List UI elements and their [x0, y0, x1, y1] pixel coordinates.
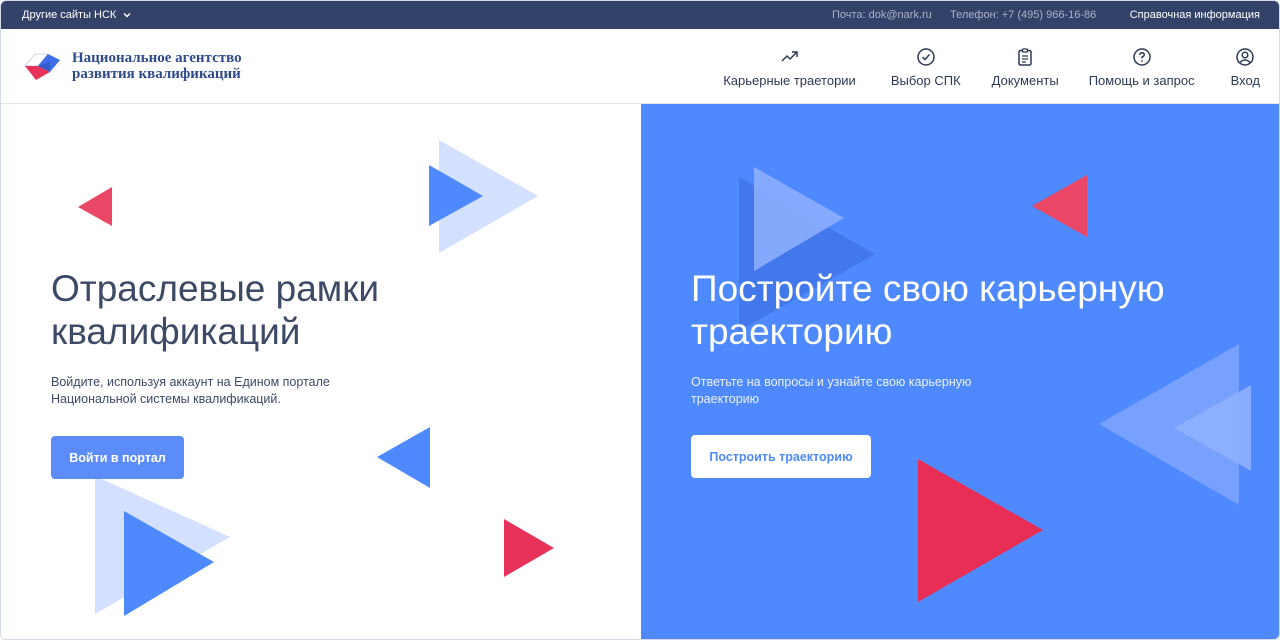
logo-icon — [23, 53, 60, 80]
decor-triangle — [377, 427, 430, 488]
user-circle-icon — [1236, 48, 1255, 66]
decor-triangle — [1032, 175, 1087, 237]
logo[interactable]: Национальное агентство развития квалифик… — [22, 48, 242, 84]
main-nav: Карьерные траетории Выбор СПК Документы … — [723, 47, 1260, 88]
clipboard-icon — [1018, 48, 1032, 66]
main-header: Национальное агентство развития квалифик… — [1, 29, 1279, 104]
trending-up-icon — [780, 51, 798, 62]
nav-label: Вход — [1230, 73, 1260, 88]
nav-spk-choice[interactable]: Выбор СПК — [891, 47, 961, 88]
other-sites-label: Другие сайты НСК — [22, 9, 117, 21]
left-panel: Отраслевые рамки квалификаций Войдите, и… — [1, 104, 641, 639]
right-description: Ответьте на вопросы и узнайте свою карье… — [691, 375, 972, 406]
chevron-down-icon — [123, 12, 131, 18]
contact-mail[interactable]: Почта: dok@nark.ru — [832, 9, 932, 21]
check-circle-icon — [917, 48, 935, 66]
decor-triangle — [918, 459, 1043, 602]
logo-line-1: Национальное агентство — [72, 50, 242, 66]
help-circle-icon — [1132, 48, 1151, 66]
page-frame: Другие сайты НСК Почта: dok@nark.ru Теле… — [0, 0, 1280, 640]
portal-login-button[interactable]: Войти в портал — [51, 436, 184, 479]
decor-triangle — [504, 519, 554, 577]
right-panel: Постройте свою карьерную траекторию Отве… — [641, 104, 1279, 639]
logo-line-2: развития квалификаций — [72, 66, 241, 82]
left-title: Отраслевые рамки квалификаций — [51, 268, 380, 352]
decor-triangle — [78, 187, 112, 226]
right-title: Постройте свою карьерную траекторию — [691, 268, 1165, 352]
nav-login[interactable]: Вход — [1231, 47, 1260, 88]
other-sites-dropdown[interactable]: Другие сайты НСК — [22, 9, 132, 21]
nav-help-request[interactable]: Помощь и запрос — [1089, 47, 1195, 88]
nav-career-trajectories[interactable]: Карьерные траетории — [723, 47, 856, 88]
nav-label: Помощь и запрос — [1088, 73, 1195, 88]
top-bar: Другие сайты НСК Почта: dok@nark.ru Теле… — [1, 1, 1279, 29]
right-decoration — [739, 167, 1251, 602]
nav-label: Документы — [991, 73, 1059, 88]
nav-label: Выбор СПК — [890, 73, 961, 88]
left-decoration — [78, 140, 554, 616]
left-description: Войдите, используя аккаунт на Едином пор… — [51, 375, 330, 406]
contact-phone[interactable]: Телефон: +7 (495) 966-16-86 — [950, 9, 1096, 21]
build-trajectory-button[interactable]: Построить траекторию — [691, 435, 871, 478]
nav-documents[interactable]: Документы — [992, 47, 1059, 88]
help-info-link[interactable]: Справочная информация — [1130, 9, 1260, 21]
nav-label: Карьерные траетории — [723, 73, 856, 88]
logo-text: Национальное агентство развития квалифик… — [72, 50, 242, 82]
